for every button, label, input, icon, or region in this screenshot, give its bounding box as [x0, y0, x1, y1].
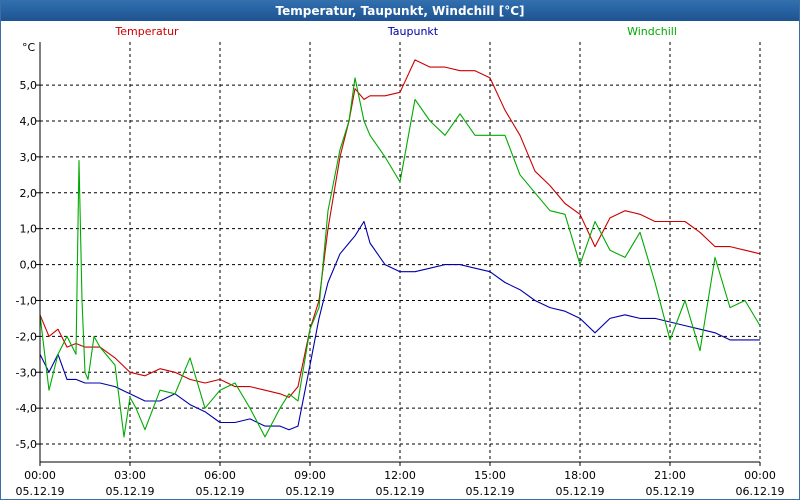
- x-tick-time-label: 12:00: [384, 469, 416, 482]
- y-tick-label: 1,0: [20, 223, 38, 236]
- x-tick-time-label: 09:00: [294, 469, 326, 482]
- x-tick-date-label: 05.12.19: [16, 485, 65, 498]
- x-tick-date-label: 05.12.19: [646, 485, 695, 498]
- x-axis-tick-labels: 00:00 05.12.19 03:00 05.12.19 06:00 05.12.19 0…: [16, 462, 785, 498]
- x-tick-date-label: 05.12.19: [556, 485, 605, 498]
- x-tick-time-label: 00:00: [24, 469, 56, 482]
- x-tick-time-label: 00:00: [744, 469, 776, 482]
- x-tick-time-label: 18:00: [564, 469, 596, 482]
- y-tick-label: 5,0: [20, 79, 38, 92]
- y-tick-label: -1,0: [16, 294, 37, 307]
- x-tick-date-label: 06.12.19: [736, 485, 785, 498]
- y-tick-label: -4,0: [16, 402, 37, 415]
- legend-item-taupunkt: Taupunkt: [387, 25, 439, 38]
- x-tick-date-label: 05.12.19: [466, 485, 515, 498]
- y-tick-label: -5,0: [16, 438, 37, 451]
- y-tick-label: 2,0: [20, 187, 38, 200]
- y-tick-label: 4,0: [20, 115, 38, 128]
- y-tick-label: -2,0: [16, 330, 37, 343]
- y-tick-label: -3,0: [16, 366, 37, 379]
- x-tick-date-label: 05.12.19: [286, 485, 335, 498]
- y-tick-label: 0,0: [20, 259, 38, 272]
- y-axis-unit: °C: [22, 41, 36, 54]
- legend-item-windchill: Windchill: [627, 25, 677, 38]
- x-tick-time-label: 15:00: [474, 469, 506, 482]
- x-tick-date-label: 05.12.19: [376, 485, 425, 498]
- y-axis-tick-labels: 5,0 4,0 3,0 2,0 1,0 0,0 -1,0 -2,0 -3,0 -4,0 -5,0: [16, 79, 40, 451]
- x-tick-date-label: 05.12.19: [106, 485, 155, 498]
- x-tick-time-label: 03:00: [114, 469, 146, 482]
- x-tick-time-label: 21:00: [654, 469, 686, 482]
- chart-canvas: 5,0 4,0 3,0 2,0 1,0 0,0 -1,0 -2,0 -3,0 -4,0 -5,0 0…: [16, 25, 785, 498]
- x-tick-time-label: 06:00: [204, 469, 236, 482]
- y-tick-label: 3,0: [20, 151, 38, 164]
- legend-item-temperatur: Temperatur: [114, 25, 179, 38]
- legend: Temperatur Taupunkt Windchill: [114, 25, 677, 38]
- x-tick-date-label: 05.12.19: [196, 485, 245, 498]
